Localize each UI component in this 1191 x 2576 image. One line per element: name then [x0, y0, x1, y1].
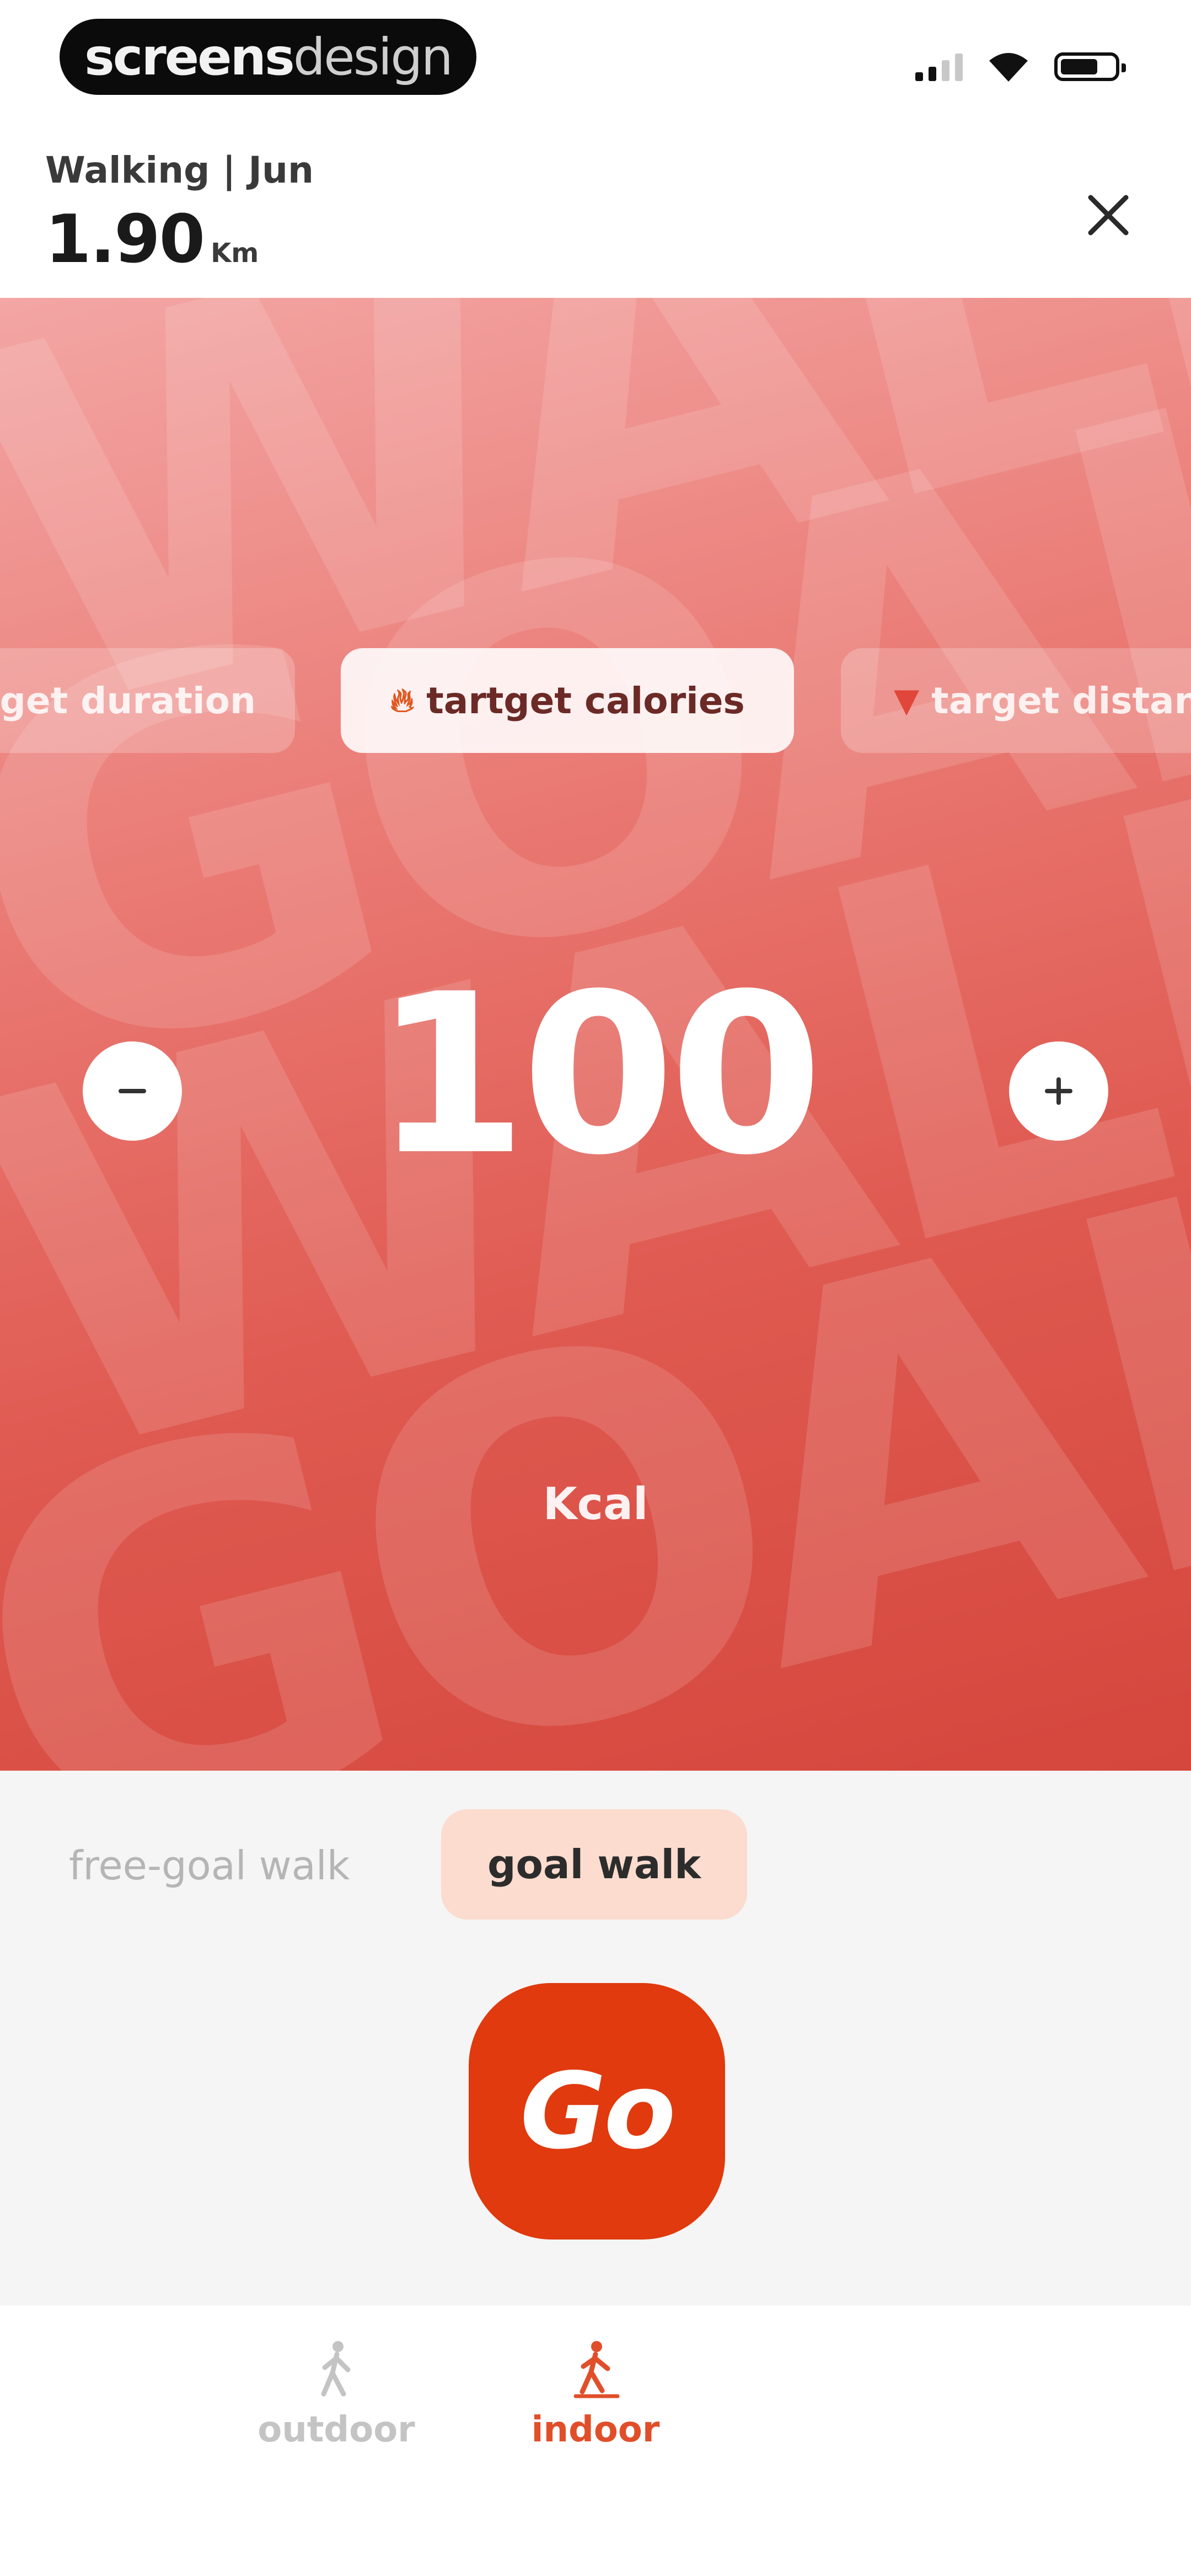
distance-value: 1.90	[45, 201, 205, 278]
flame-icon: 🔥︎	[390, 681, 415, 720]
close-icon	[1088, 195, 1129, 236]
workout-subtitle: Walking | Jun	[45, 149, 314, 191]
location-pin-icon: ▼	[894, 681, 920, 720]
distance-readout: 1.90 Km	[45, 201, 259, 278]
target-unit: Kcal	[543, 1478, 648, 1530]
tab-label: indoor	[531, 2409, 660, 2450]
status-bar: screens design	[0, 0, 1191, 110]
workout-header: Walking | Jun 1.90 Km	[0, 110, 1191, 298]
brand-light-text: design	[293, 27, 453, 87]
battery-icon	[1054, 52, 1126, 81]
tab-label: outdoor	[257, 2409, 415, 2450]
chip-target-calories[interactable]: 🔥︎ tartget calories	[341, 648, 794, 753]
cellular-signal-icon	[915, 52, 963, 81]
distance-unit: Km	[211, 238, 259, 269]
go-button[interactable]: Go	[469, 1983, 725, 2240]
start-panel: free-goal walk goal walk Go	[0, 1771, 1191, 2306]
walking-person-icon	[321, 2341, 351, 2397]
chip-target-distance[interactable]: ▼ target distance	[841, 648, 1191, 753]
chip-label: target duration	[0, 679, 256, 722]
close-button[interactable]	[1081, 188, 1136, 243]
mode-goal-walk[interactable]: goal walk	[441, 1809, 747, 1920]
brand-bold-text: screens	[84, 27, 295, 87]
increment-button[interactable]	[1009, 1041, 1108, 1141]
mode-free-goal-walk[interactable]: free-goal walk	[69, 1842, 350, 1889]
goal-hero-panel: WALK GOAL WALK GOAL target duration 🔥︎ t…	[0, 298, 1191, 1771]
chip-label: target distance	[931, 679, 1191, 722]
plus-icon	[1045, 1077, 1072, 1105]
bottom-tab-bar: outdoor indoor	[0, 2306, 1191, 2576]
tab-outdoor[interactable]: outdoor	[254, 2339, 419, 2450]
target-type-chips: target duration 🔥︎ tartget calories ▼ ta…	[0, 648, 1191, 753]
treadmill-walker-icon	[573, 2341, 620, 2398]
tab-indoor[interactable]: indoor	[513, 2339, 678, 2450]
chip-target-duration[interactable]: target duration	[0, 648, 295, 753]
wifi-icon	[989, 53, 1028, 82]
brand-watermark: screens design	[60, 19, 476, 95]
status-icons	[915, 47, 1126, 86]
chip-label: tartget calories	[426, 679, 745, 722]
